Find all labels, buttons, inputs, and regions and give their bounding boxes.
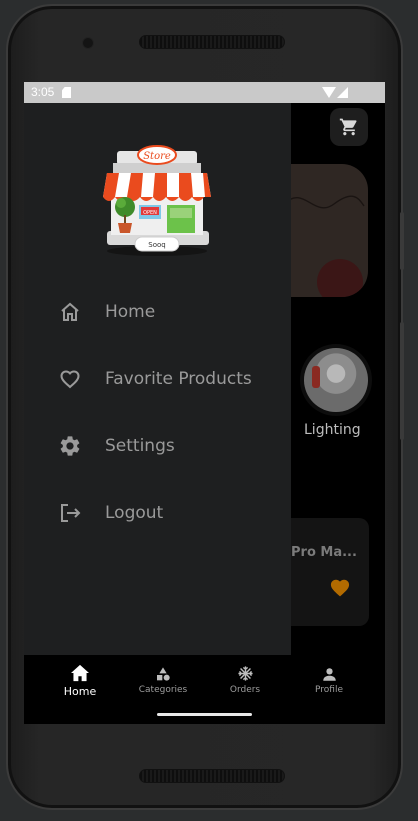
heart-filled-icon[interactable]: [329, 577, 351, 601]
person-icon: [322, 662, 337, 682]
category-label: Lighting: [304, 422, 361, 438]
nav-label: Profile: [315, 685, 343, 695]
nav-orders[interactable]: Orders: [210, 662, 280, 702]
signal-icon: [337, 87, 348, 98]
cart-icon: [339, 118, 357, 136]
nav-label: Orders: [229, 685, 261, 695]
drawer-item-label: Home: [105, 302, 156, 322]
product-name: Pro Ma...: [291, 545, 357, 560]
logo-open-text: OPEN: [143, 210, 157, 216]
logo-sign-text: Store: [143, 151, 171, 162]
snowflake-icon: [237, 662, 254, 682]
logo-brand-text: Sooq: [148, 241, 165, 249]
category-image: [304, 348, 368, 412]
gear-icon: [58, 434, 82, 458]
nav-label: Home: [63, 685, 97, 698]
bottom-navigation: Home Categories Orders Profile: [24, 655, 385, 724]
category-lighting[interactable]: [300, 344, 372, 416]
top-speaker: [139, 35, 285, 49]
sd-card-icon: [62, 87, 71, 98]
home-indicator[interactable]: [157, 713, 252, 716]
power-button: [400, 322, 404, 440]
nav-categories[interactable]: Categories: [128, 662, 198, 702]
nav-home[interactable]: Home: [45, 662, 115, 702]
drawer-item-label: Favorite Products: [105, 369, 252, 389]
app-screen: 3:05 Lighting Pro Ma... Store OPEN Sooq …: [24, 82, 385, 724]
nav-label: Categories: [138, 685, 188, 695]
drawer-item-label: Logout: [105, 503, 164, 523]
wifi-icon: [322, 87, 336, 98]
heart-outline-icon: [58, 367, 82, 391]
banner-shape: [317, 259, 363, 297]
status-time: 3:05: [31, 85, 55, 99]
store-logo: Store OPEN Sooq: [99, 139, 215, 257]
home-icon: [70, 662, 90, 682]
drawer-item-logout[interactable]: Logout: [58, 498, 163, 528]
status-bar: 3:05: [24, 82, 385, 103]
cart-button[interactable]: [330, 108, 368, 146]
drawer-item-home[interactable]: Home: [58, 297, 155, 327]
home-icon: [58, 300, 82, 324]
bottom-speaker: [139, 769, 285, 783]
front-camera: [82, 37, 94, 49]
volume-button: [400, 212, 404, 270]
navigation-drawer: Store OPEN Sooq Home Favorite Products S…: [24, 103, 291, 655]
drawer-item-settings[interactable]: Settings: [58, 431, 175, 461]
logout-icon: [58, 501, 82, 525]
categories-icon: [155, 662, 171, 682]
drawer-item-label: Settings: [105, 436, 175, 456]
nav-profile[interactable]: Profile: [294, 662, 364, 702]
drawer-item-favorites[interactable]: Favorite Products: [58, 364, 252, 394]
